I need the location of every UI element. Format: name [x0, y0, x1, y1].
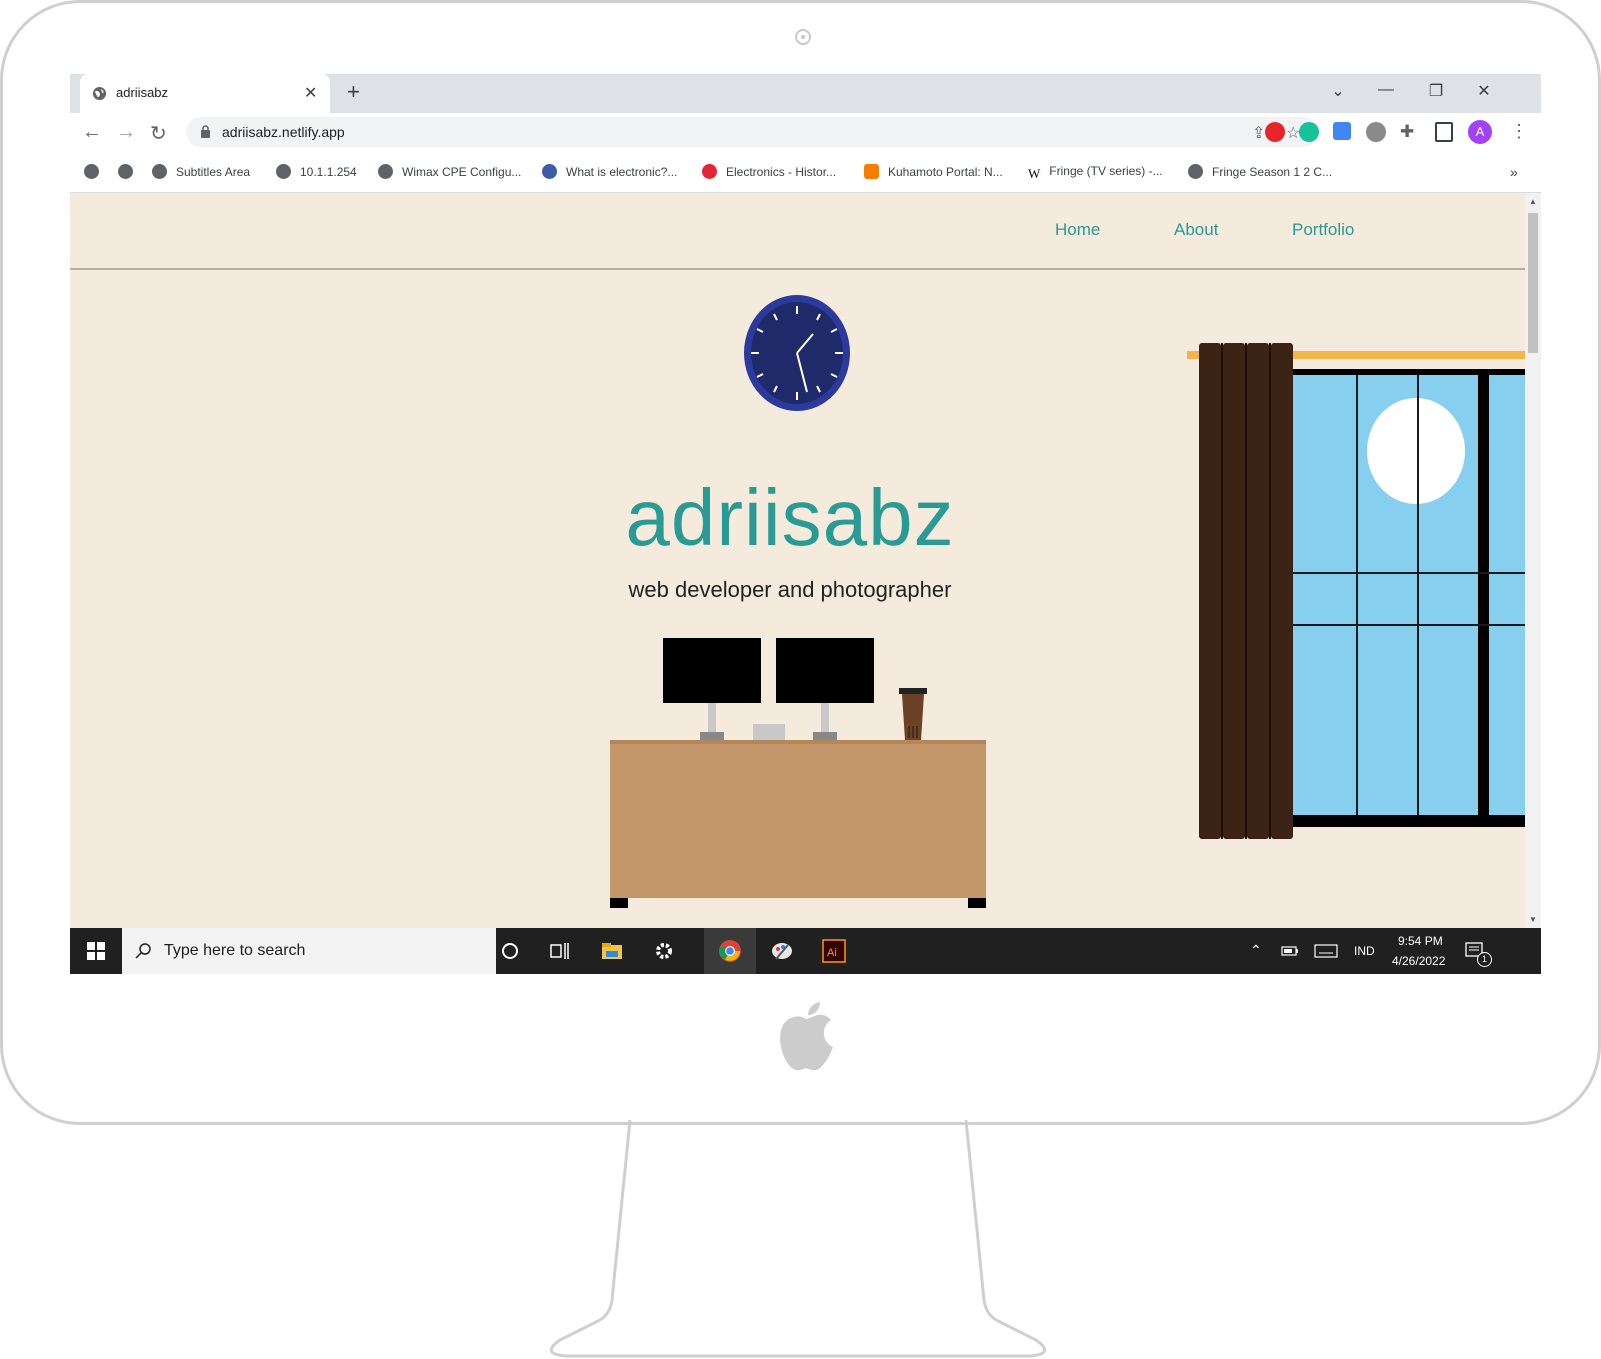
globe-icon [84, 164, 99, 179]
camera-icon [795, 29, 811, 45]
globe-icon [1188, 164, 1203, 179]
taskbar-search[interactable]: Type here to search [122, 928, 496, 974]
blogger-icon [864, 164, 879, 179]
forward-button[interactable]: → [116, 121, 136, 144]
start-button[interactable] [70, 928, 122, 974]
site-subtitle: web developer and photographer [628, 577, 952, 602]
notification-badge: 1 [1477, 952, 1492, 967]
bookmark-item[interactable]: Fringe Season 1 2 C... [1188, 164, 1332, 179]
new-tab-button[interactable]: + [347, 79, 360, 105]
scroll-up-icon[interactable]: ▲ [1529, 197, 1537, 206]
globe-icon [378, 164, 393, 179]
adblock-extension-icon[interactable] [1265, 122, 1285, 142]
tab-title: adriisabz [116, 85, 169, 100]
web-page: Home About Portfolio adriisabz web devel… [70, 193, 1525, 928]
profile-avatar[interactable]: A [1468, 120, 1492, 144]
bookmark-item[interactable]: 10.1.1.254 [276, 164, 357, 179]
svg-text:Ai: Ai [827, 947, 837, 959]
bookmark-item[interactable]: W Fringe (TV series) -... [1028, 164, 1163, 181]
globe-icon [276, 164, 291, 179]
tray-expand-icon[interactable]: ⌃ [1250, 942, 1262, 959]
editor-extension-icon[interactable] [1333, 122, 1351, 140]
nav-link-about[interactable]: About [1174, 220, 1218, 240]
address-bar[interactable]: adriisabz.netlify.app ⇪ ☆ [186, 117, 1318, 147]
globe-icon [152, 164, 167, 179]
huawei-icon [702, 164, 717, 179]
reload-button[interactable]: ↻ [150, 121, 167, 146]
cortana-icon[interactable] [498, 939, 522, 963]
puzzle-icon[interactable]: ✚ [1400, 122, 1414, 142]
search-icon [135, 943, 151, 959]
windows-logo-icon [87, 942, 105, 960]
clock-time[interactable]: 9:54 PM [1398, 934, 1443, 948]
url-text: adriisabz.netlify.app [222, 124, 345, 140]
browser-tab[interactable]: adriisabz ✕ [80, 74, 330, 113]
lock-icon [201, 125, 210, 138]
nav-link-home[interactable]: Home [1055, 220, 1100, 240]
restore-button[interactable]: ❐ [1426, 81, 1446, 101]
file-explorer-icon[interactable] [600, 939, 624, 963]
globe-icon [92, 86, 107, 101]
nav-link-portfolio[interactable]: Portfolio [1292, 220, 1354, 240]
side-panel-icon[interactable] [1435, 122, 1453, 142]
share-icon[interactable]: ⇪ [1252, 123, 1265, 143]
windows-taskbar: Type here to search Ai ⌃ IND 9:54 PM 4/2… [70, 928, 1541, 974]
bookmarks-overflow-button[interactable]: » [1510, 164, 1518, 180]
bookmark-item[interactable]: Wimax CPE Configu... [378, 164, 521, 179]
desk-illustration [610, 638, 986, 908]
bookmark-item[interactable]: What is electronic?... [542, 164, 677, 179]
wikipedia-icon: W [1028, 166, 1041, 181]
menu-icon[interactable]: ⋮ [1510, 121, 1528, 142]
tab-search-button[interactable]: ⌄ [1328, 81, 1348, 101]
battery-icon[interactable] [1280, 941, 1300, 961]
minimize-button[interactable]: — [1376, 81, 1396, 99]
back-button[interactable]: ← [82, 121, 102, 144]
scroll-down-icon[interactable]: ▼ [1529, 915, 1537, 924]
bookmark-item[interactable] [118, 164, 142, 179]
page-scrollbar[interactable]: ▲ ▼ [1525, 193, 1541, 928]
site-icon [542, 164, 557, 179]
wall-clock-illustration [744, 295, 850, 411]
browser-toolbar: ← → ↻ adriisabz.netlify.app ⇪ ☆ ✚ A ⋮ [70, 113, 1541, 153]
bookmark-item[interactable]: Electronics - Histor... [702, 164, 836, 179]
screen: adriisabz ✕ + ⌄ — ❐ ✕ ← → ↻ adriisabz.ne… [70, 74, 1541, 974]
bookmark-item[interactable] [84, 164, 108, 179]
scroll-thumb[interactable] [1528, 213, 1538, 353]
chrome-icon[interactable] [718, 939, 742, 963]
grammarly-extension-icon[interactable] [1299, 122, 1319, 142]
apple-logo-icon [780, 1002, 833, 1071]
keyboard-icon[interactable] [1314, 941, 1338, 961]
bug-extension-icon[interactable] [1366, 122, 1386, 142]
site-navbar: Home About Portfolio [70, 193, 1525, 270]
monitor-frame: adriisabz ✕ + ⌄ — ❐ ✕ ← → ↻ adriisabz.ne… [0, 0, 1601, 1125]
bookmark-item[interactable]: Kuhamoto Portal: N... [864, 164, 1003, 179]
task-view-icon[interactable] [548, 939, 572, 963]
site-title: adriisabz [625, 473, 955, 562]
paint-icon[interactable] [770, 939, 794, 963]
bookmarks-bar: Subtitles Area 10.1.1.254 Wimax CPE Conf… [70, 153, 1541, 193]
window-close-button[interactable]: ✕ [1474, 81, 1494, 101]
clock-date[interactable]: 4/26/2022 [1392, 954, 1445, 968]
language-indicator[interactable]: IND [1354, 944, 1375, 958]
close-icon[interactable]: ✕ [304, 83, 317, 103]
bookmark-item[interactable]: Subtitles Area [152, 164, 250, 179]
monitor-stand [549, 1120, 1047, 1358]
tab-strip: adriisabz ✕ + ⌄ — ❐ ✕ [70, 74, 1541, 113]
search-placeholder: Type here to search [164, 942, 306, 959]
illustrator-icon[interactable]: Ai [822, 939, 846, 963]
window-illustration [1187, 343, 1525, 839]
globe-icon [118, 164, 133, 179]
settings-gear-icon[interactable] [652, 939, 676, 963]
